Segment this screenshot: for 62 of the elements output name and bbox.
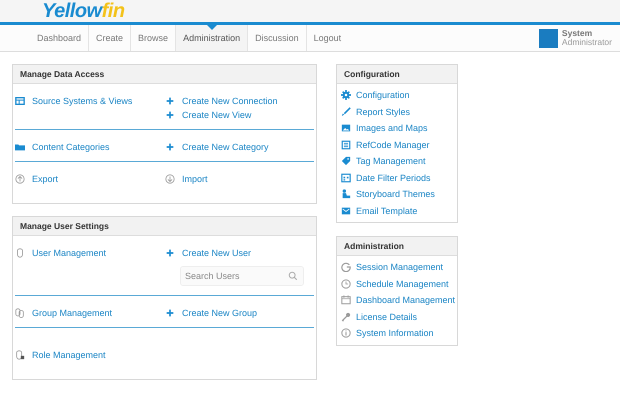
menu-link[interactable]: Report Styles [341,104,452,120]
user-role: Administrator [562,38,612,47]
folder-icon [15,142,25,152]
create-link[interactable]: Create New Category [165,142,269,152]
nav-tab[interactable]: Logout [306,25,348,51]
panel-title: Administration [337,237,457,256]
menu-link[interactable]: Tag Management [341,153,452,170]
panel-title: Manage Data Access [13,65,316,84]
panel-title: Configuration [337,65,457,84]
logo: Yellowfin [42,0,125,22]
info-icon [341,328,351,338]
menu-link[interactable]: Configuration [341,87,452,104]
admin-link[interactable]: Content Categories [15,142,165,152]
search-field[interactable]: Search Users [180,266,304,286]
plus-icon [165,308,175,318]
menu-link[interactable]: Storyboard Themes [341,186,452,202]
menu-link[interactable]: Email Template [341,202,452,219]
clock-icon [341,278,351,289]
session-icon [341,262,351,272]
menu-link[interactable]: System Information [341,325,452,342]
brush-icon [341,106,351,117]
download-icon [165,174,175,184]
menu-link[interactable]: Images and Maps [341,120,452,136]
image-icon [341,123,351,134]
menu-link[interactable]: Schedule Management [341,276,452,292]
plus-icon [165,110,175,120]
admin-link[interactable]: Export [15,174,165,184]
nav-tab[interactable]: Dashboard [30,25,90,51]
panel-title: Manage User Settings [13,217,316,236]
calendar-icon [341,172,351,183]
admin-link[interactable]: Role Management [15,350,165,360]
tag-icon [341,156,351,166]
nav-tab[interactable]: Create [89,25,132,51]
admin-link[interactable]: Group Management [15,308,165,318]
create-link[interactable]: Create New View [165,110,278,120]
list-icon [341,140,351,150]
group-icon [15,308,25,318]
admin-link[interactable]: Source Systems & Views [15,96,165,106]
user-name: System [562,29,594,38]
gear-icon [341,90,351,100]
upload-icon [15,174,25,184]
nav-tab[interactable]: Discussion [248,25,307,51]
create-link[interactable]: Create New User [165,248,304,258]
plus-icon [165,248,175,258]
menu-link[interactable]: Session Management [341,259,452,276]
plus-icon [165,142,175,152]
menu-link[interactable]: RefCode Manager [341,136,452,153]
import-link[interactable]: Import [165,174,208,184]
admin-link[interactable]: User Management [15,248,165,258]
nav-tab[interactable]: Administration [176,25,248,51]
key-icon [341,312,351,322]
avatar[interactable] [538,28,558,48]
menu-link[interactable]: License Details [341,308,452,325]
calendar-icon [341,295,351,306]
search-icon [288,271,298,281]
envelope-icon [341,206,351,216]
table-icon [15,96,25,106]
create-link[interactable]: Create New Group [165,308,258,318]
figure-icon [341,189,351,200]
plus-icon [165,96,175,106]
create-link[interactable]: Create New Connection [165,96,278,106]
menu-link[interactable]: Date Filter Periods [341,170,452,186]
